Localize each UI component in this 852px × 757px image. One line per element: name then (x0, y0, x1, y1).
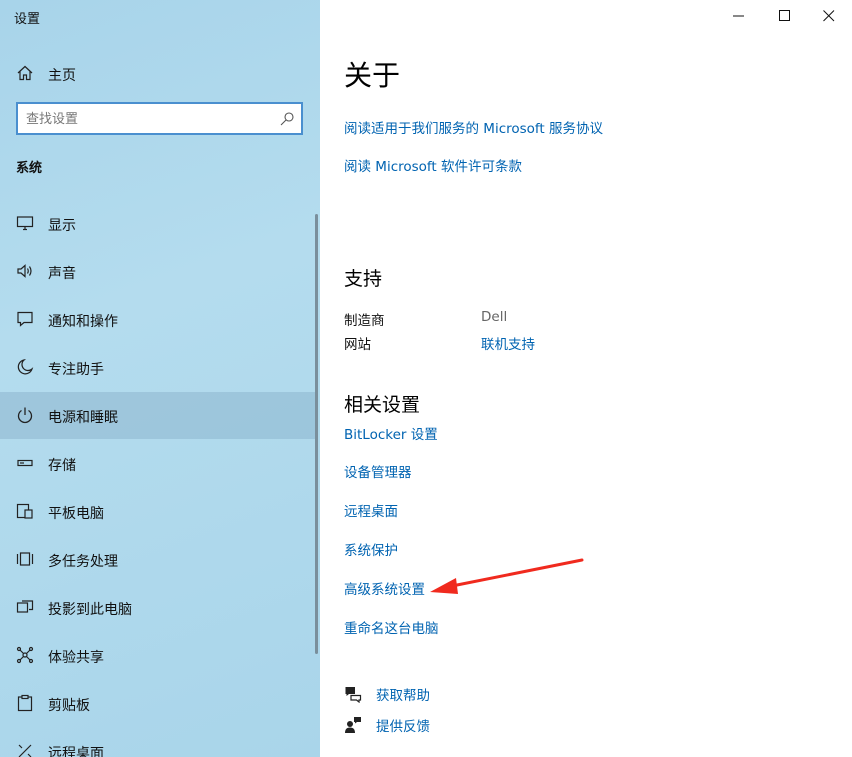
remote-icon (18, 744, 32, 757)
close-icon (823, 10, 835, 22)
system-protection-link[interactable]: 系统保护 (344, 539, 398, 559)
sidebar-item-multitasking[interactable]: 多任务处理 (0, 536, 316, 583)
sidebar-item-label: 体验共享 (48, 650, 104, 666)
speaker-icon (17, 264, 32, 278)
notification-icon (17, 311, 33, 327)
sidebar-item-project-to-pc[interactable]: 投影到此电脑 (0, 584, 316, 631)
support-heading: 支持 (344, 268, 383, 290)
manufacturer-label: 制造商 (344, 313, 385, 329)
power-icon (17, 407, 33, 424)
get-help-link[interactable]: 获取帮助 (376, 684, 430, 704)
sidebar-item-shared-experiences[interactable]: 体验共享 (0, 632, 316, 679)
minimize-icon (733, 15, 744, 17)
sidebar-scrollbar[interactable] (315, 214, 318, 654)
rename-pc-link[interactable]: 重命名这台电脑 (344, 617, 439, 637)
bitlocker-settings-link[interactable]: BitLocker 设置 (344, 423, 438, 443)
search-input[interactable] (26, 109, 266, 129)
sidebar-item-label: 平板电脑 (48, 506, 104, 522)
storage-icon (17, 459, 33, 467)
device-manager-link[interactable]: 设备管理器 (344, 461, 412, 481)
clipboard-icon (17, 694, 33, 712)
sidebar: 设置 主页 系统 显示 声音 (0, 0, 320, 757)
sidebar-item-focus-assist[interactable]: 专注助手 (0, 344, 316, 391)
service-agreement-link[interactable]: 阅读适用于我们服务的 Microsoft 服务协议 (344, 117, 603, 137)
maximize-button[interactable] (762, 0, 808, 32)
sidebar-item-sound[interactable]: 声音 (0, 248, 316, 295)
moon-icon (17, 358, 34, 375)
maximize-icon (779, 10, 790, 21)
related-settings-heading: 相关设置 (344, 394, 421, 416)
home-label: 主页 (48, 68, 76, 84)
advanced-system-settings-link[interactable]: 高级系统设置 (344, 578, 425, 598)
tablet-icon (16, 503, 33, 519)
sidebar-item-tablet[interactable]: 平板电脑 (0, 488, 316, 535)
section-heading: 系统 (16, 161, 43, 176)
multitask-icon (16, 552, 34, 566)
sidebar-item-label: 显示 (48, 218, 76, 234)
remote-desktop-link[interactable]: 远程桌面 (344, 500, 398, 520)
sidebar-item-label: 存储 (48, 458, 76, 474)
sidebar-item-display[interactable]: 显示 (0, 200, 316, 247)
display-icon (16, 216, 34, 231)
get-help-row[interactable]: 获取帮助 (344, 683, 544, 705)
feedback-link[interactable]: 提供反馈 (376, 715, 430, 735)
page-title: 关于 (344, 59, 401, 92)
sidebar-item-label: 投影到此电脑 (48, 602, 132, 618)
online-support-link[interactable]: 联机支持 (481, 333, 535, 353)
project-icon (16, 600, 34, 613)
close-button[interactable] (806, 0, 852, 32)
website-label: 网站 (344, 337, 371, 353)
sidebar-item-label: 通知和操作 (48, 314, 118, 330)
sidebar-item-storage[interactable]: 存储 (0, 440, 316, 487)
sidebar-item-power-sleep[interactable]: 电源和睡眠 (0, 392, 316, 439)
sidebar-item-label: 多任务处理 (48, 554, 118, 570)
home-nav-item[interactable]: 主页 (0, 56, 320, 90)
main-content: 关于 阅读适用于我们服务的 Microsoft 服务协议 阅读 Microsof… (320, 0, 852, 757)
sidebar-item-label: 声音 (48, 266, 76, 282)
annotation-arrow-icon (430, 558, 584, 594)
search-box[interactable] (16, 102, 303, 135)
sidebar-item-notifications[interactable]: 通知和操作 (0, 296, 316, 343)
minimize-button[interactable] (716, 0, 762, 32)
sidebar-item-remote-desktop[interactable]: 远程桌面 (0, 728, 316, 757)
manufacturer-value: Dell (481, 309, 508, 325)
help-chat-icon (345, 687, 362, 703)
share-icon (16, 646, 34, 664)
home-icon (17, 65, 33, 81)
search-icon[interactable] (279, 111, 295, 127)
sidebar-item-clipboard[interactable]: 剪贴板 (0, 680, 316, 727)
sidebar-item-label: 远程桌面 (48, 746, 104, 757)
sidebar-item-label: 专注助手 (48, 362, 104, 378)
feedback-row[interactable]: 提供反馈 (344, 714, 544, 736)
sidebar-item-label: 电源和睡眠 (48, 410, 118, 426)
window-title: 设置 (14, 12, 41, 27)
sidebar-item-label: 剪贴板 (48, 698, 90, 714)
feedback-icon (345, 717, 361, 733)
license-terms-link[interactable]: 阅读 Microsoft 软件许可条款 (344, 155, 522, 175)
